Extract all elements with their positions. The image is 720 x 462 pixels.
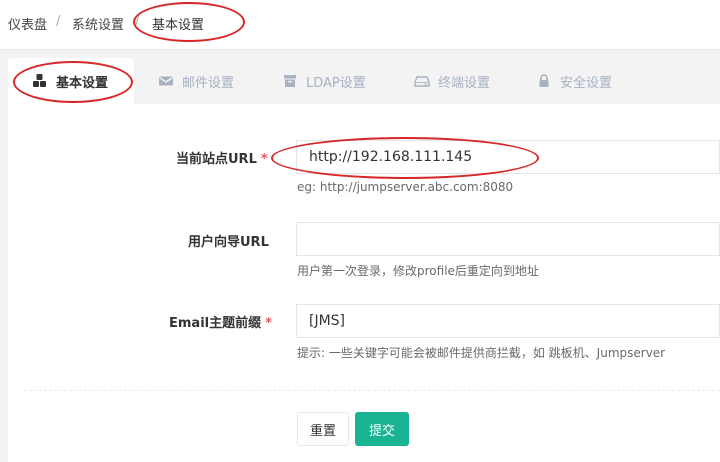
required-mark: * [265,316,272,331]
lock-icon [536,73,552,89]
tab-label: 邮件设置 [182,75,235,91]
tab-security-settings[interactable]: 安全设置 [536,58,612,104]
basic-settings-panel: 当前站点URL * http://192.168.111.145 eg: http… [8,104,720,462]
breadcrumb-current: 基本设置 [152,18,205,33]
breadcrumb-separator: / [56,14,61,29]
site-url-help: eg: http://jumpserver.abc.com:8080 [297,180,514,194]
tab-ldap-settings[interactable]: LDAP设置 [282,58,366,104]
tab-label: LDAP设置 [306,75,366,91]
breadcrumb: 仪表盘 / 系统设置 / 基本设置 [0,0,720,50]
submit-button[interactable]: 提交 [355,412,409,446]
tab-email-settings[interactable]: 邮件设置 [158,58,234,104]
user-guide-url-help: 用户第一次登录，修改profile后重定向到地址 [297,264,539,278]
hdd-icon [414,73,430,89]
tab-label: 安全设置 [560,75,613,91]
tab-terminal-settings[interactable]: 终端设置 [414,58,490,104]
site-url-label: 当前站点URL * [176,152,268,167]
cubes-icon [32,73,48,89]
settings-tabs: 基本设置 邮件设置 LDAP设置 终端设置 安全设置 [0,58,720,104]
tab-label: 基本设置 [56,75,109,91]
email-prefix-label: Email主题前缀 * [169,316,272,331]
user-guide-url-input[interactable] [296,222,720,256]
email-prefix-input[interactable]: [JMS] [296,304,720,338]
breadcrumb-system-settings-link[interactable]: 系统设置 [72,14,124,33]
site-url-input[interactable]: http://192.168.111.145 [296,140,720,174]
tab-label: 终端设置 [438,75,491,91]
breadcrumb-separator: / [135,14,140,29]
email-prefix-help: 提示: 一些关键字可能会被邮件提供商拦截，如 跳板机、Jumpserver [297,346,666,360]
breadcrumb-dashboard-link[interactable]: 仪表盘 [8,14,47,33]
form-divider [24,390,720,391]
tab-basic-settings[interactable]: 基本设置 [8,58,134,104]
reset-button[interactable]: 重置 [297,412,349,446]
required-mark: * [260,152,268,167]
envelope-icon [158,73,174,89]
archive-icon [282,73,298,89]
user-guide-url-label: 用户向导URL [188,235,269,250]
